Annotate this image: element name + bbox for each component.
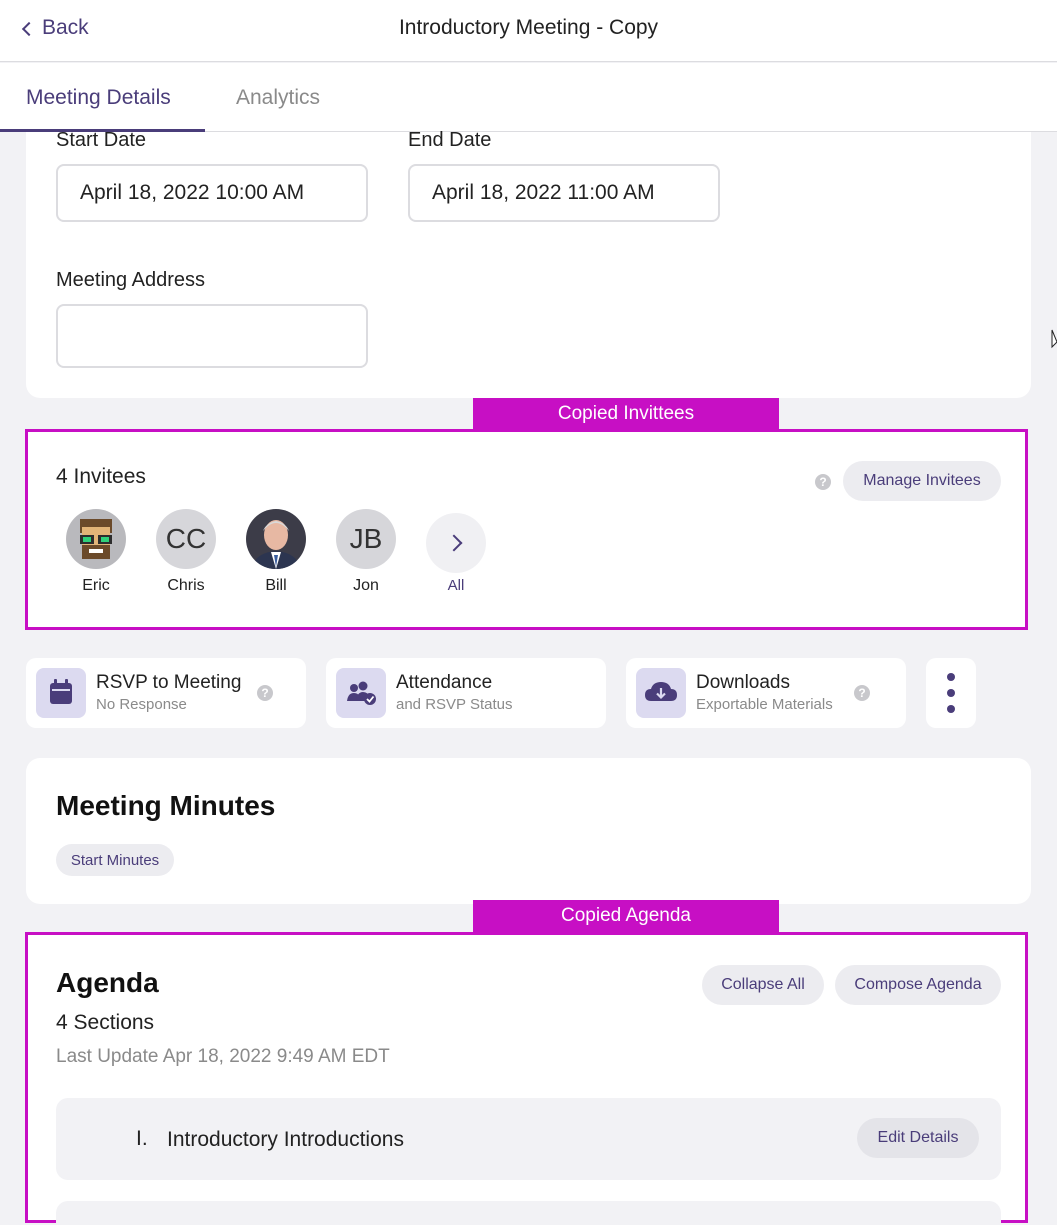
all-invitees-label[interactable]: All — [411, 577, 501, 594]
invitee-name: Eric — [82, 577, 110, 594]
more-options-button[interactable] — [926, 658, 976, 728]
people-check-icon — [347, 681, 376, 705]
meeting-minutes-card: Meeting Minutes Start Minutes — [26, 758, 1031, 904]
invitee-name: Jon — [353, 577, 379, 594]
avatar-eric[interactable] — [66, 509, 126, 569]
start-date-label: Start Date — [56, 129, 147, 151]
avatar-chris[interactable]: CC — [156, 509, 216, 569]
agenda-item-title: Introductory Introductions — [167, 1128, 404, 1151]
people-icon-box — [336, 668, 386, 718]
tab-meeting-details[interactable]: Meeting Details — [26, 86, 171, 110]
page-title: Introductory Meeting - Copy — [398, 16, 659, 39]
agenda-item: I. Introductory Introductions Edit Detai… — [56, 1098, 1001, 1180]
cloud-download-icon — [645, 682, 677, 701]
cloud-icon-box — [636, 668, 686, 718]
avatar-bill[interactable] — [246, 509, 306, 569]
help-icon[interactable]: ? — [257, 685, 273, 701]
tile-subtitle: No Response — [96, 696, 187, 713]
meeting-details-card: Start Date April 18, 2022 10:00 AM End D… — [26, 129, 1031, 398]
help-icon[interactable]: ? — [815, 474, 831, 490]
tab-analytics[interactable]: Analytics — [236, 86, 320, 110]
copied-agenda-tag: Copied Agenda — [473, 900, 779, 932]
collapse-all-button[interactable]: Collapse All — [702, 965, 824, 1005]
calendar-icon-box — [36, 668, 86, 718]
agenda-sections-count: 4 Sections — [56, 1011, 155, 1034]
manage-invitees-button[interactable]: Manage Invitees — [843, 461, 1001, 501]
downloads-tile[interactable]: Downloads Exportable Materials ? — [626, 658, 906, 728]
calendar-icon — [50, 679, 72, 704]
tab-bar: Meeting Details Analytics — [0, 63, 1057, 132]
agenda-item-number: I. — [136, 1127, 148, 1150]
edit-details-button[interactable]: Edit Details — [857, 1118, 979, 1158]
tile-title: Downloads — [696, 672, 790, 693]
rsvp-tile[interactable]: RSVP to Meeting No Response ? — [26, 658, 306, 728]
mouse-cursor-icon — [1051, 329, 1057, 349]
chevron-right-icon — [445, 534, 463, 552]
person-photo-icon — [246, 509, 306, 569]
tile-subtitle: and RSVP Status — [396, 696, 513, 713]
start-date-field[interactable]: April 18, 2022 10:00 AM — [56, 164, 368, 222]
agenda-last-update: Last Update Apr 18, 2022 9:49 AM EDT — [56, 1046, 390, 1067]
agenda-title: Agenda — [56, 967, 159, 998]
top-bar: Back Introductory Meeting - Copy — [0, 0, 1057, 62]
all-invitees-button[interactable] — [426, 513, 486, 573]
tile-title: Attendance — [396, 672, 493, 693]
pixel-art-avatar-icon — [66, 509, 126, 569]
invitees-count: 4 Invitees — [56, 465, 146, 488]
tile-title: RSVP to Meeting — [96, 672, 242, 693]
meeting-address-field[interactable] — [56, 304, 368, 368]
end-date-label: End Date — [408, 129, 492, 151]
agenda-card: Agenda 4 Sections Last Update Apr 18, 20… — [25, 932, 1028, 1225]
minutes-title: Meeting Minutes — [56, 790, 276, 821]
invitee-name: Chris — [167, 577, 205, 594]
compose-agenda-button[interactable]: Compose Agenda — [835, 965, 1001, 1005]
copied-invitees-tag: Copied Invittees — [473, 398, 779, 430]
meeting-address-label: Meeting Address — [56, 269, 205, 291]
avatar-jon[interactable]: JB — [336, 509, 396, 569]
invitee-name: Bill — [265, 577, 287, 594]
help-icon[interactable]: ? — [854, 685, 870, 701]
attendance-tile[interactable]: Attendance and RSVP Status — [326, 658, 606, 728]
invitees-card: 4 Invitees ? Manage Invitees Eric CC Chr… — [25, 429, 1028, 630]
end-date-field[interactable]: April 18, 2022 11:00 AM — [408, 164, 720, 222]
start-minutes-button[interactable]: Start Minutes — [56, 844, 174, 876]
tile-subtitle: Exportable Materials — [696, 696, 833, 713]
agenda-item — [56, 1201, 1001, 1225]
